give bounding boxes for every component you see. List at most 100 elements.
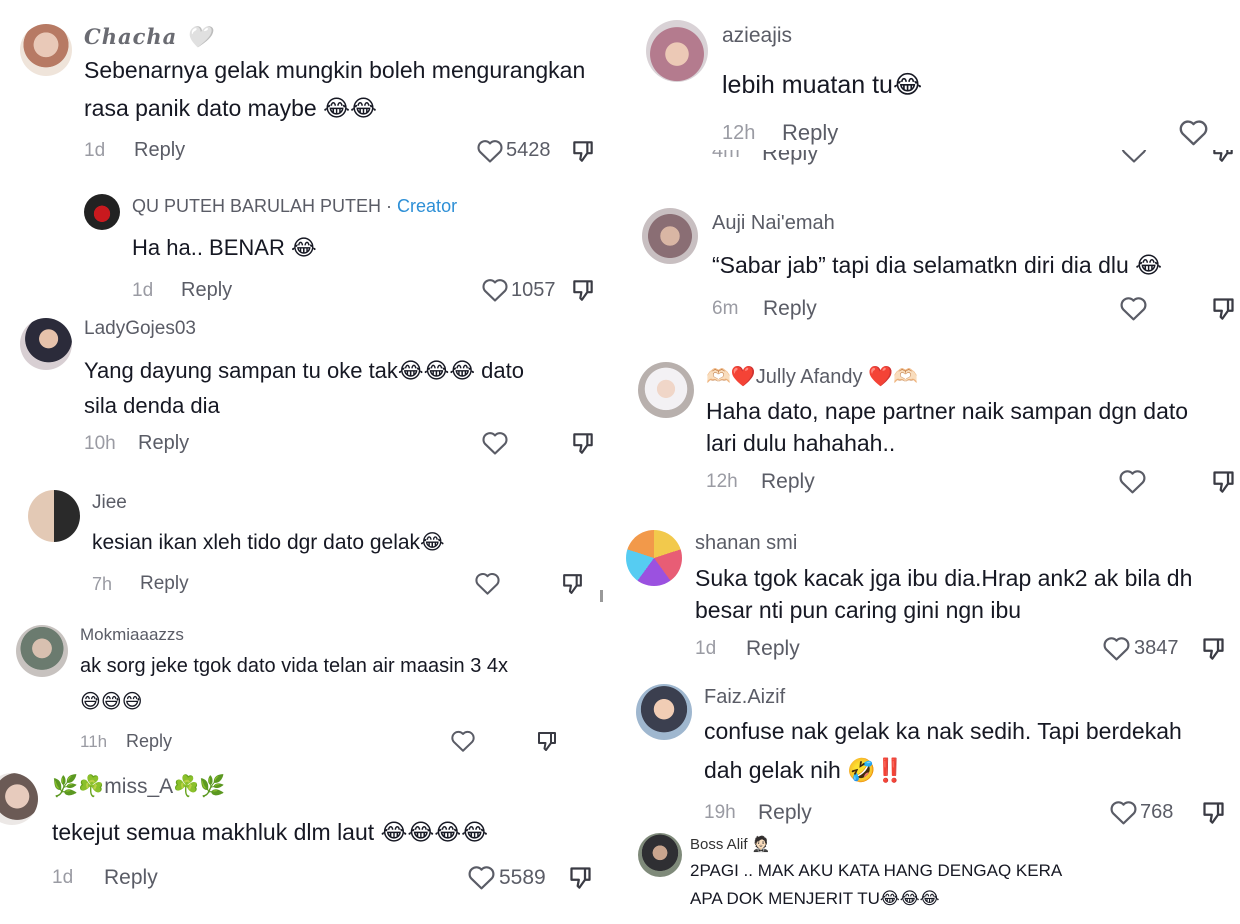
- reply-button[interactable]: Reply: [746, 637, 800, 661]
- heart-icon[interactable]: [474, 571, 501, 596]
- reply-button[interactable]: Reply: [762, 150, 818, 166]
- comment-time: 1d: [84, 140, 106, 161]
- reply-button[interactable]: Reply: [761, 470, 815, 494]
- heart-icon[interactable]: [1119, 295, 1148, 322]
- comment-text: Ha ha.. BENAR 😂: [132, 235, 317, 260]
- comment-time: 12h: [722, 122, 756, 144]
- comment-text: 😅😅😅: [80, 691, 143, 713]
- thumbs-down-icon[interactable]: [1210, 468, 1237, 495]
- comment-time: 1d: [52, 867, 74, 888]
- separator: ·: [381, 196, 398, 216]
- reply-button[interactable]: Reply: [134, 139, 185, 162]
- creator-badge: Creator: [397, 196, 458, 216]
- reply-button[interactable]: Reply: [104, 866, 158, 890]
- comment-username[interactable]: 🫶🏻❤️Jully Afandy ❤️🫶🏻: [706, 364, 918, 389]
- avatar[interactable]: [20, 24, 72, 76]
- comment-username[interactable]: QU PUTEH BARULAH PUTEH · Creator: [132, 196, 457, 217]
- heart-icon[interactable]: [450, 729, 476, 753]
- cropped-comment-row: 4m Reply: [620, 150, 1240, 172]
- comment-username[interactable]: Faiz.Aizif: [704, 686, 785, 709]
- avatar[interactable]: [646, 20, 708, 82]
- reply-button[interactable]: Reply: [126, 731, 172, 752]
- comment-time: 6m: [712, 298, 739, 319]
- comment-username[interactable]: azieajis: [722, 24, 792, 48]
- avatar[interactable]: [642, 208, 698, 264]
- comment-item: Auji Nai'emah “Sabar jab” tapi dia selam…: [620, 200, 1240, 350]
- comment-text: kesian ikan xleh tido dgr dato gelak😂: [92, 531, 445, 554]
- username-label[interactable]: QU PUTEH BARULAH PUTEH: [132, 196, 381, 216]
- comment-item: Jiee kesian ikan xleh tido dgr dato gela…: [0, 480, 612, 615]
- heart-icon[interactable]: [1120, 150, 1148, 164]
- thumbs-down-icon[interactable]: [567, 864, 594, 891]
- comment-username[interactable]: Chacha 🤍: [84, 24, 213, 50]
- comment-item: LadyGojes03 Yang dayung sampan tu oke ta…: [0, 310, 612, 480]
- avatar[interactable]: [16, 625, 68, 677]
- comment-text: lari dulu hahahah..: [706, 430, 896, 456]
- thumbs-down-icon[interactable]: [560, 571, 585, 596]
- heart-icon[interactable]: [467, 864, 496, 891]
- avatar[interactable]: [20, 318, 72, 370]
- comment-item: azieajis lebih muatan tu😂 12h Reply: [620, 0, 1240, 160]
- comment-username[interactable]: Boss Alif 🤵🏻: [690, 835, 770, 853]
- avatar[interactable]: [84, 194, 120, 230]
- comment-text: rasa panik dato maybe 😂😂: [84, 95, 377, 121]
- avatar[interactable]: [28, 490, 80, 542]
- like-count: 3847: [1134, 637, 1179, 659]
- comment-item: Faiz.Aizif confuse nak gelak ka nak sedi…: [620, 680, 1240, 825]
- comment-item: Chacha 🤍 Sebenarnya gelak mungkin boleh …: [0, 0, 612, 180]
- thumbs-down-icon[interactable]: [570, 430, 596, 456]
- thumbs-down-icon[interactable]: [1200, 799, 1227, 826]
- thumbs-down-icon[interactable]: [535, 729, 559, 753]
- comment-username[interactable]: LadyGojes03: [84, 318, 196, 340]
- heart-icon[interactable]: [481, 430, 509, 456]
- comment-text: confuse nak gelak ka nak sedih. Tapi ber…: [704, 718, 1182, 744]
- like-count: 5428: [506, 139, 551, 161]
- comment-text: APA DOK MENJERIT TU😂😂😂: [690, 889, 940, 908]
- thumbs-down-icon[interactable]: [570, 138, 596, 164]
- comment-text: sila denda dia: [84, 393, 220, 418]
- avatar[interactable]: [636, 684, 692, 740]
- scroll-indicator: [600, 590, 603, 602]
- avatar[interactable]: [638, 833, 682, 877]
- comment-username[interactable]: Jiee: [92, 492, 127, 514]
- comment-text: Haha dato, nape partner naik sampan dgn …: [706, 398, 1189, 424]
- reply-button[interactable]: Reply: [140, 573, 189, 595]
- heart-icon[interactable]: [1178, 118, 1209, 147]
- heart-icon[interactable]: [1102, 635, 1131, 662]
- heart-icon[interactable]: [1109, 799, 1138, 826]
- reply-button[interactable]: Reply: [782, 120, 838, 146]
- comment-reply-item: QU PUTEH BARULAH PUTEH · Creator Ha ha..…: [0, 180, 612, 310]
- comment-item: 🌿☘️miss_A☘️🌿 tekejut semua makhluk dlm l…: [0, 765, 612, 924]
- comment-time: 7h: [92, 574, 113, 594]
- reply-button[interactable]: Reply: [138, 432, 189, 455]
- like-count: 5589: [499, 866, 546, 889]
- comment-username[interactable]: Mokmiaaazzs: [80, 625, 184, 645]
- thumbs-down-icon[interactable]: [570, 277, 596, 303]
- comment-time: 1d: [695, 638, 717, 659]
- reply-button[interactable]: Reply: [763, 297, 817, 321]
- heart-icon[interactable]: [481, 277, 509, 303]
- avatar[interactable]: [638, 362, 694, 418]
- comment-username[interactable]: Auji Nai'emah: [712, 212, 835, 235]
- comment-text: Yang dayung sampan tu oke tak😂😂😂 dato: [84, 358, 524, 383]
- comment-username[interactable]: 🌿☘️miss_A☘️🌿: [52, 775, 225, 799]
- like-count: 1057: [511, 279, 556, 301]
- comment-time: 10h: [84, 433, 116, 454]
- reply-button[interactable]: Reply: [758, 801, 812, 825]
- reply-button[interactable]: Reply: [181, 279, 232, 302]
- comment-text: besar nti pun caring gini ngn ibu: [695, 597, 1022, 623]
- comment-text: ak sorg jeke tgok dato vida telan air ma…: [80, 655, 509, 677]
- comment-text: Suka tgok kacak jga ibu dia.Hrap ank2 ak…: [695, 565, 1193, 591]
- comment-username[interactable]: shanan smi: [695, 532, 797, 555]
- avatar[interactable]: [0, 773, 38, 825]
- comment-text: Sebenarnya gelak mungkin boleh mengurang…: [84, 57, 586, 83]
- thumbs-down-icon[interactable]: [1200, 635, 1227, 662]
- heart-icon[interactable]: [476, 138, 504, 164]
- comment-item: 🫶🏻❤️Jully Afandy ❤️🫶🏻 Haha dato, nape pa…: [620, 350, 1240, 520]
- heart-icon[interactable]: [1118, 468, 1147, 495]
- avatar[interactable]: [626, 530, 682, 586]
- like-count: 768: [1140, 801, 1174, 823]
- thumbs-down-icon[interactable]: [1210, 150, 1236, 164]
- thumbs-down-icon[interactable]: [1210, 295, 1237, 322]
- right-comments-panel: azieajis lebih muatan tu😂 12h Reply 4m R…: [620, 0, 1240, 924]
